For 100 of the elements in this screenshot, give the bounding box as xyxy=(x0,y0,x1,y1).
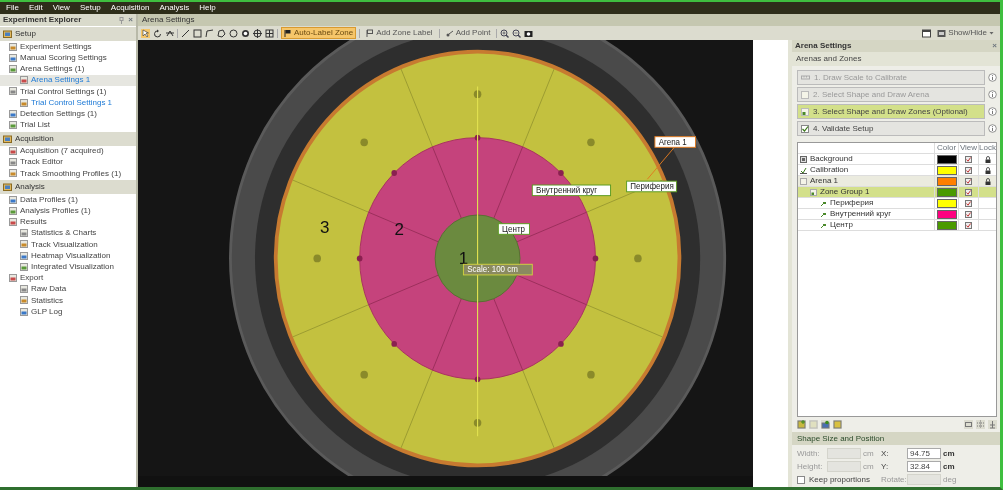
flag-icon xyxy=(284,28,292,38)
flag-icon xyxy=(366,28,375,38)
tree-item[interactable]: Trial Control Settings (1) xyxy=(0,85,136,97)
checkbox-icon[interactable] xyxy=(965,188,972,196)
tree-item[interactable]: Manual Scoring Settings xyxy=(0,52,136,64)
menu-item[interactable]: Help xyxy=(199,3,216,13)
checkbox-icon[interactable] xyxy=(965,177,972,185)
checkbox-icon[interactable] xyxy=(965,155,972,163)
tree-item[interactable]: Statistics & Charts xyxy=(0,227,136,239)
tree-item[interactable]: Integrated Visualization xyxy=(0,261,136,273)
tree-item[interactable]: Arena Settings (1) xyxy=(0,63,136,75)
tree-item[interactable]: Trial Control Settings 1 xyxy=(0,96,136,109)
unit-label: deg xyxy=(943,474,958,485)
ring-icon[interactable] xyxy=(241,28,250,38)
folder-icon xyxy=(3,30,12,38)
input-field[interactable]: 94.75 xyxy=(907,448,941,459)
info-icon[interactable] xyxy=(988,73,997,82)
monitor-icon xyxy=(937,28,947,38)
tree-item[interactable]: Experiment Settings xyxy=(0,41,136,53)
checkbox-icon[interactable] xyxy=(965,166,972,174)
color-swatch[interactable] xyxy=(936,154,957,164)
crosshair-icon[interactable] xyxy=(253,28,262,38)
menu-item[interactable]: View xyxy=(52,3,70,13)
section-header[interactable]: Analysis xyxy=(15,182,45,192)
square-icon xyxy=(801,107,809,116)
column-header: Color xyxy=(936,143,957,153)
menu-item[interactable]: Acquisition xyxy=(110,3,150,13)
tree-item[interactable]: Data Profiles (1) xyxy=(0,194,136,206)
tree-item[interactable]: Track Smoothing Profiles (1) xyxy=(0,167,136,180)
line-icon[interactable] xyxy=(181,28,190,38)
layer-name[interactable]: Центр xyxy=(830,220,853,230)
checkbox-icon[interactable] xyxy=(965,210,972,218)
align-icon[interactable] xyxy=(988,420,997,429)
window-icon[interactable] xyxy=(922,28,932,38)
menu-item[interactable]: File xyxy=(6,3,19,13)
toolbar-button[interactable]: Add Zone Label xyxy=(363,27,436,39)
checkbox-icon[interactable] xyxy=(965,199,972,207)
toolbar-button[interactable]: Add Point xyxy=(442,27,494,39)
color-swatch[interactable] xyxy=(936,176,957,186)
rectangle-icon[interactable] xyxy=(193,28,202,38)
step-button[interactable]: 4. Validate Setup xyxy=(797,121,985,136)
color-swatch[interactable] xyxy=(936,198,957,208)
color-swatch[interactable] xyxy=(936,220,957,230)
tree-item[interactable]: Results xyxy=(0,216,136,228)
move-icon[interactable] xyxy=(165,28,174,38)
tree-item[interactable]: Export xyxy=(0,272,136,284)
camera-icon[interactable] xyxy=(524,28,534,38)
menu-item[interactable]: Edit xyxy=(28,3,43,13)
lock-icon[interactable] xyxy=(984,155,991,163)
layer-name[interactable]: Arena 1 xyxy=(810,176,839,186)
color-swatch[interactable] xyxy=(936,209,957,219)
panel-title: Experiment Explorer xyxy=(3,15,82,25)
tree-item[interactable]: Raw Data xyxy=(0,283,136,295)
menu-item[interactable]: Analysis xyxy=(159,3,190,13)
lock-icon[interactable] xyxy=(984,166,991,174)
info-icon[interactable] xyxy=(988,107,997,116)
info-icon[interactable] xyxy=(988,124,997,133)
circle-icon[interactable] xyxy=(229,28,238,38)
step-button[interactable]: 3. Select Shape and Draw Zones (Optional) xyxy=(797,104,985,119)
color-swatch[interactable] xyxy=(936,165,957,175)
tree-item[interactable]: Detection Settings (1) xyxy=(0,108,136,120)
document-tab[interactable]: Arena Settings xyxy=(142,15,195,25)
color-swatch[interactable] xyxy=(936,187,957,197)
square-icon xyxy=(810,188,817,196)
layer-icon[interactable] xyxy=(821,420,830,429)
zoom-out-icon[interactable] xyxy=(512,28,522,38)
panel-title: Arena Settings xyxy=(795,41,852,51)
scale-line[interactable] xyxy=(477,85,479,437)
polygon-icon[interactable] xyxy=(217,28,226,38)
lock-icon[interactable] xyxy=(984,177,991,185)
section-title: Shape Size and Position xyxy=(797,433,885,444)
frame-icon[interactable] xyxy=(964,420,973,429)
tree-item[interactable]: Track Visualization xyxy=(0,238,136,250)
polyline-icon[interactable] xyxy=(205,28,214,38)
zone-number: 3 xyxy=(320,217,330,238)
layer-name[interactable]: Background xyxy=(810,154,853,164)
zoom-in-icon[interactable] xyxy=(500,28,510,38)
input-field[interactable]: 32.84 xyxy=(907,461,941,472)
tree-item[interactable]: Statistics xyxy=(0,294,136,306)
tree-item[interactable]: Arena Settings 1 xyxy=(0,74,136,86)
checkbox-icon[interactable] xyxy=(965,221,972,229)
checkbox[interactable] xyxy=(797,475,805,484)
menu-item[interactable]: Setup xyxy=(79,3,101,13)
tree-item[interactable]: Heatmap Visualization xyxy=(0,250,136,262)
tree-item[interactable]: Analysis Profiles (1) xyxy=(0,205,136,217)
show-hide-button[interactable]: Show/Hide xyxy=(934,27,997,39)
rotate-icon[interactable] xyxy=(153,28,162,38)
toolbar-button[interactable]: Auto-Label Zone xyxy=(281,27,357,39)
section-header[interactable]: Setup xyxy=(15,29,36,39)
tree-item[interactable]: Trial List xyxy=(0,119,136,131)
layer-name[interactable]: Внутренний круг xyxy=(830,209,892,219)
grid-icon[interactable] xyxy=(265,28,274,38)
layer-name[interactable]: Calibration xyxy=(810,165,849,175)
tree-item[interactable]: GLP Log xyxy=(0,305,136,318)
tree-item[interactable]: Acquisition (7 acquired) xyxy=(0,145,136,157)
pointer-icon[interactable] xyxy=(141,28,150,38)
layer-name[interactable]: Периферия xyxy=(830,198,874,208)
info-icon[interactable] xyxy=(988,90,997,99)
unit-label: cm xyxy=(863,448,875,459)
tree-item[interactable]: Track Editor xyxy=(0,156,136,168)
